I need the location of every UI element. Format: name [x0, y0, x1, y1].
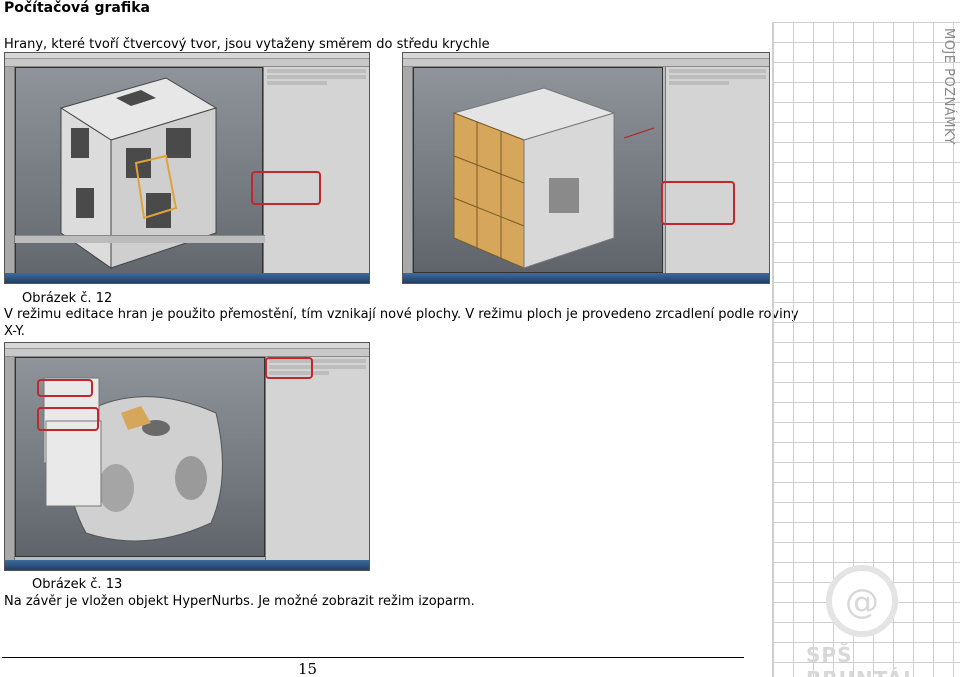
paragraph-2: Na závěr je vložen objekt HyperNurbs. Je…	[4, 594, 475, 609]
page-number: 15	[298, 660, 318, 677]
app-toolbar	[5, 349, 369, 357]
figure-12-caption: Obrázek č. 12	[22, 291, 113, 306]
left-toolbar	[5, 357, 15, 560]
paragraph-1-line-2: X-Y.	[4, 324, 25, 339]
3d-viewport	[15, 67, 263, 283]
left-toolbar	[5, 67, 15, 273]
cube-hollow-render	[59, 77, 218, 269]
highlight-box	[661, 181, 735, 225]
highlight-box	[37, 379, 93, 397]
highlight-box	[251, 171, 321, 205]
highlight-box	[37, 407, 99, 431]
timeline-bar	[15, 235, 265, 243]
cube-selected-faces-render	[452, 87, 655, 269]
windows-taskbar	[403, 273, 769, 283]
notes-label: MOJE POZNÁMKY	[938, 28, 956, 145]
attribute-panel	[665, 67, 769, 273]
windows-taskbar	[5, 273, 369, 283]
windows-taskbar	[5, 560, 369, 570]
svg-text:@: @	[845, 582, 879, 622]
app-toolbar	[403, 59, 769, 67]
figure-13-caption: Obrázek č. 13	[32, 577, 123, 592]
notes-label-text: MOJE POZNÁMKY	[941, 28, 956, 145]
attribute-panel	[265, 357, 369, 560]
attribute-panel	[263, 67, 369, 273]
paragraph-1-line-1: V režimu editace hran je použito přemost…	[4, 307, 799, 322]
left-toolbar	[403, 67, 413, 273]
highlight-box	[265, 357, 313, 379]
school-logo-text: SPŠ BRUNTÁL	[806, 643, 916, 677]
app-toolbar	[5, 59, 369, 67]
intro-text: Hrany, které tvoří čtvercový tvor, jsou …	[4, 37, 490, 52]
3d-viewport	[413, 67, 663, 273]
screenshot-cinema4d-1	[4, 52, 370, 284]
screenshot-cinema4d-3	[4, 342, 370, 571]
footer-rule	[2, 657, 744, 658]
document-heading: Počítačová grafika	[4, 0, 150, 16]
school-logo-icon: @	[826, 565, 898, 637]
screenshot-cinema4d-2	[402, 52, 770, 284]
